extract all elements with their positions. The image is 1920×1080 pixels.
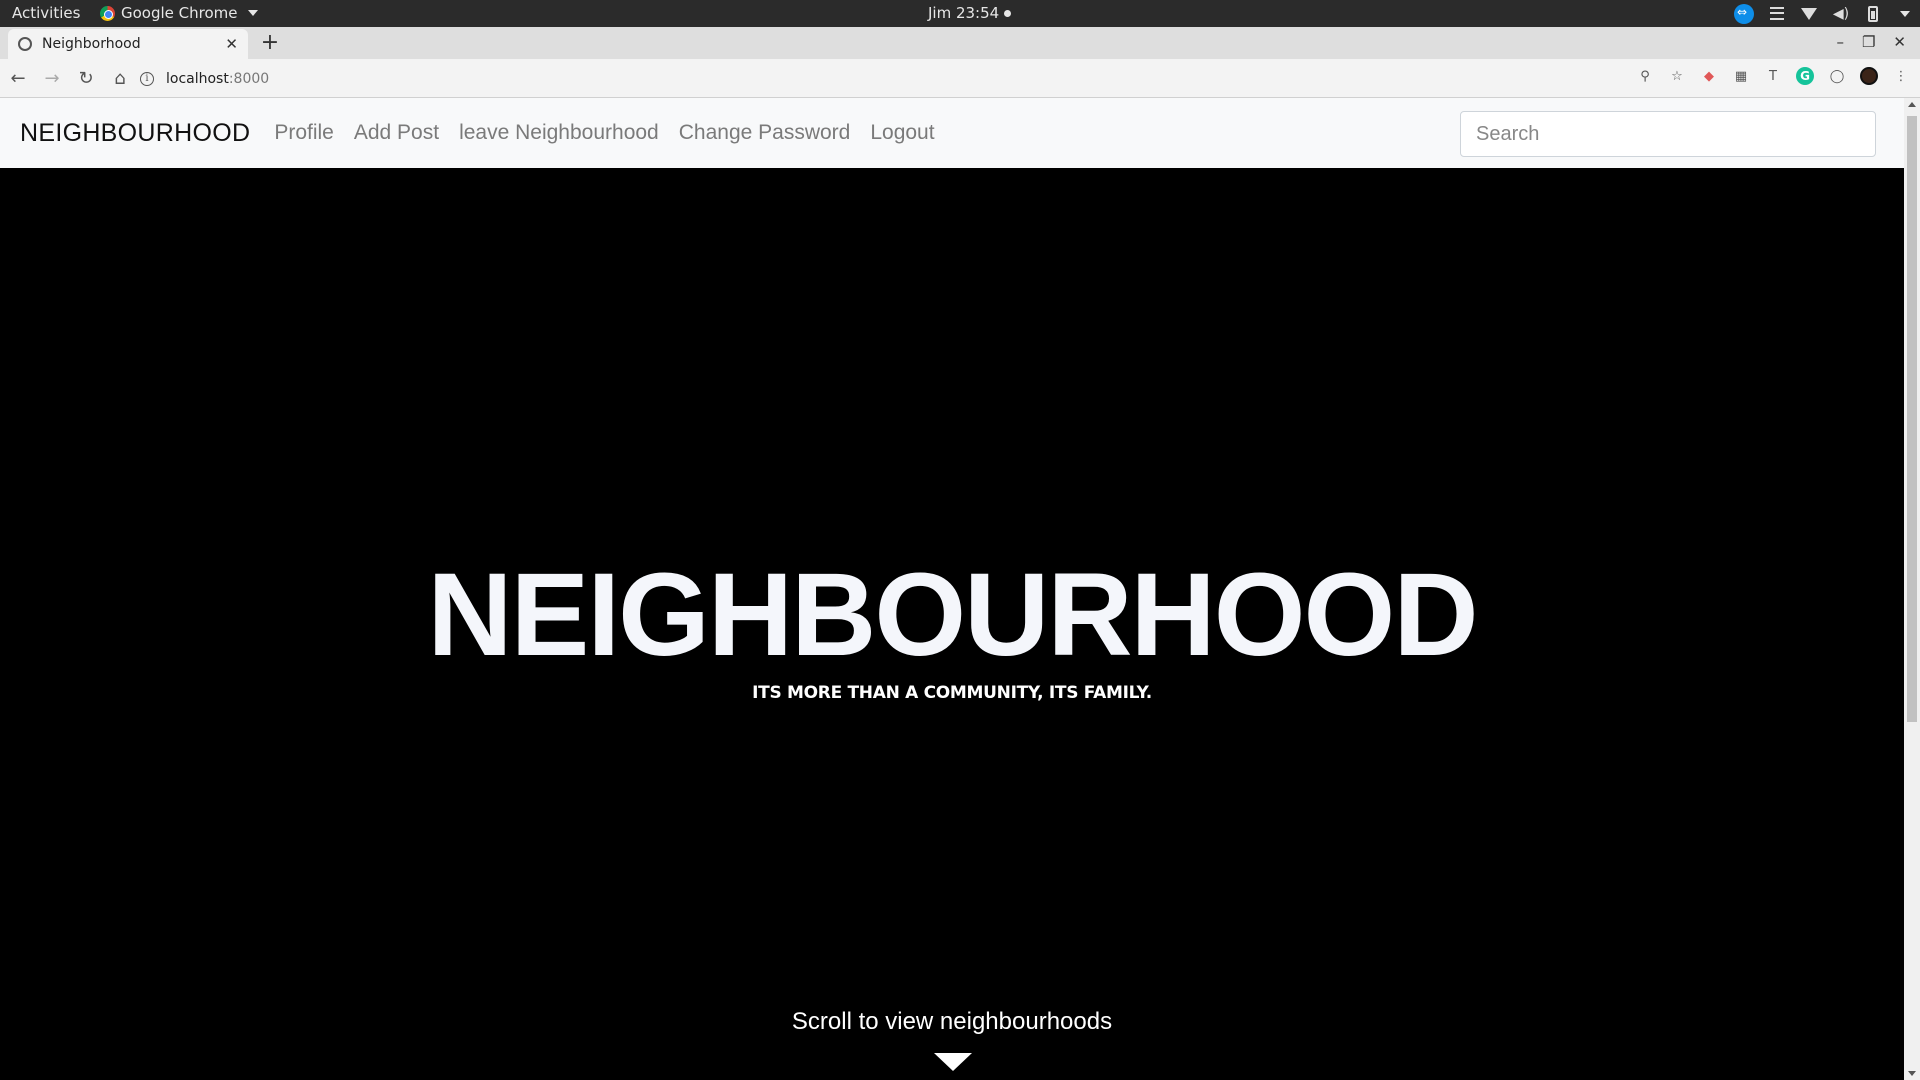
- wifi-icon[interactable]: [1800, 5, 1818, 23]
- tab-strip: Neighborhood ✕ + – ❐ ✕: [0, 27, 1920, 59]
- url-host: localhost: [166, 70, 229, 87]
- browser-toolbar: ← → ↻ ⌂ i localhost:8000 ⚲ ☆ ◆ ▦ T G ◯ ⋮: [0, 59, 1920, 98]
- chrome-icon: [100, 5, 115, 21]
- address-bar[interactable]: i localhost:8000 ⚲ ☆ ◆ ▦ T G ◯ ⋮: [140, 63, 1910, 94]
- profile-avatar-icon[interactable]: [1860, 67, 1878, 85]
- activities-button[interactable]: Activities: [12, 4, 80, 22]
- grammarly-icon[interactable]: G: [1796, 67, 1814, 85]
- forward-arrow-icon[interactable]: →: [36, 62, 68, 94]
- nav-link-profile[interactable]: Profile: [274, 121, 334, 145]
- down-arrow-icon[interactable]: [934, 1053, 972, 1071]
- chevron-down-icon: [247, 10, 258, 16]
- navbar-brand[interactable]: NEIGHBOURHOOD: [20, 119, 250, 148]
- web-page: NEIGHBOURHOOD Profile Add Post leave Nei…: [0, 98, 1904, 1080]
- menu-dots-icon[interactable]: ⋮: [1892, 67, 1910, 85]
- search-input[interactable]: [1460, 111, 1876, 157]
- page-scrollbar[interactable]: [1904, 98, 1920, 1080]
- app-menu-label: Google Chrome: [121, 4, 238, 22]
- nav-link-logout[interactable]: Logout: [870, 121, 934, 145]
- browser-tab[interactable]: Neighborhood ✕: [8, 29, 248, 59]
- zoom-icon[interactable]: ⚲: [1636, 67, 1654, 85]
- notification-dot-icon: [1004, 9, 1012, 17]
- star-icon[interactable]: ☆: [1668, 67, 1686, 85]
- extension-t-icon[interactable]: T: [1764, 67, 1782, 85]
- close-icon[interactable]: ✕: [225, 35, 238, 53]
- nav-links: Profile Add Post leave Neighbourhood Cha…: [274, 121, 934, 145]
- info-icon[interactable]: i: [140, 71, 154, 86]
- clock[interactable]: Jim 23:54: [928, 4, 1012, 22]
- volume-icon[interactable]: ◀): [1832, 5, 1850, 23]
- system-menu-chevron-icon[interactable]: [1900, 10, 1910, 17]
- hero-title: NEIGHBOURHOOD: [427, 549, 1478, 681]
- restore-icon[interactable]: ❐: [1862, 33, 1875, 51]
- hero-subtitle: ITS MORE THAN A COMMUNITY, ITS FAMILY.: [752, 683, 1152, 703]
- home-icon[interactable]: ⌂: [104, 62, 136, 94]
- minimize-icon[interactable]: –: [1836, 33, 1844, 51]
- clock-label: Jim 23:54: [928, 4, 1000, 22]
- nav-link-add-post[interactable]: Add Post: [354, 121, 439, 145]
- battery-icon[interactable]: [1864, 5, 1882, 23]
- reload-icon[interactable]: ↻: [70, 62, 102, 94]
- tab-title: Neighborhood: [42, 36, 141, 52]
- scroll-prompt[interactable]: Scroll to view neighbourhoods: [0, 1008, 1904, 1036]
- scrollbar-thumb[interactable]: [1907, 116, 1917, 722]
- nav-link-change-password[interactable]: Change Password: [679, 121, 851, 145]
- scroll-up-icon[interactable]: [1908, 102, 1916, 107]
- url-port: :8000: [228, 70, 270, 87]
- window-controls: – ❐ ✕: [1836, 33, 1906, 51]
- extension-icons: ⚲ ☆ ◆ ▦ T G ◯ ⋮: [1636, 67, 1910, 85]
- url-text[interactable]: localhost:8000: [166, 71, 269, 87]
- window-close-icon[interactable]: ✕: [1893, 33, 1906, 51]
- notes-icon[interactable]: [1768, 5, 1786, 23]
- new-tab-button[interactable]: +: [258, 32, 282, 56]
- globe-icon: [18, 37, 32, 51]
- scroll-down-icon[interactable]: [1908, 1071, 1916, 1076]
- teamviewer-icon[interactable]: [1734, 3, 1754, 24]
- app-menu[interactable]: Google Chrome: [100, 4, 258, 22]
- site-navbar: NEIGHBOURHOOD Profile Add Post leave Nei…: [0, 98, 1904, 168]
- nav-link-leave-neighbourhood[interactable]: leave Neighbourhood: [459, 121, 659, 145]
- system-top-bar: Activities Google Chrome Jim 23:54 ◀): [0, 0, 1920, 27]
- back-arrow-icon[interactable]: ←: [2, 62, 34, 94]
- extension-es-icon[interactable]: ▦: [1732, 67, 1750, 85]
- extension-circle-icon[interactable]: ◯: [1828, 67, 1846, 85]
- system-tray: ◀): [1734, 3, 1910, 24]
- extension-red-icon[interactable]: ◆: [1700, 67, 1718, 85]
